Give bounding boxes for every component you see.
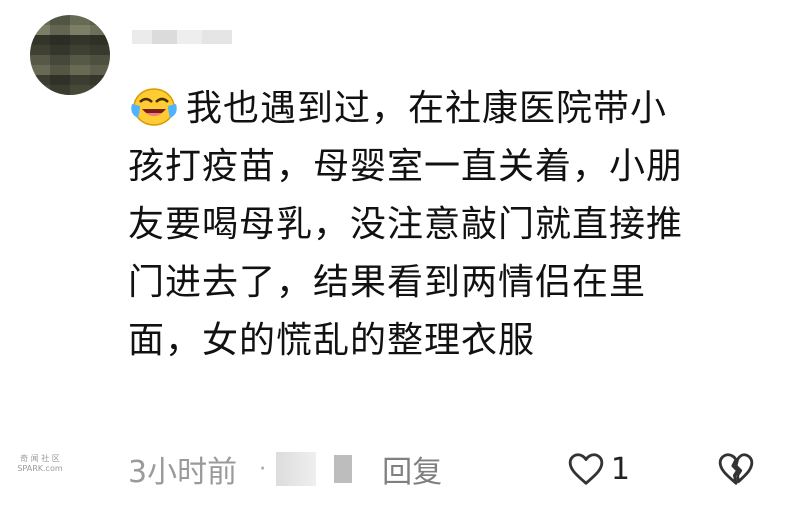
comment-line-5: 面，女的慌乱的整理衣服 [128,320,536,361]
comment-line-1: 我也遇到过，在社康医院带小 [128,80,768,138]
comment-footer: 3小时前 · 回复 1 [128,444,778,494]
comment-line-1-text: 我也遇到过，在社康医院带小 [186,88,668,129]
laughing-crying-emoji-icon [131,88,177,126]
like-button[interactable]: 1 [567,444,630,494]
watermark: 奇 闻 社 区 SPARK.com [4,454,76,474]
comment-line-3: 友要喝母乳，没注意敲门就直接推 [128,204,684,245]
location-blurred [276,452,317,486]
separator-dot: · [259,456,267,482]
comment-text: 我也遇到过，在社康医院带小 孩打疫苗，母婴室一直关着，小朋 友要喝母乳，没注意敲… [128,80,768,370]
avatar[interactable] [30,15,110,95]
location-blurred-2 [334,455,353,483]
username-blurred[interactable] [132,30,232,44]
heart-icon [568,453,604,485]
comment-line-4: 门进去了，结果看到两情侣在里 [128,262,647,303]
avatar-mosaic [30,15,110,95]
like-count: 1 [610,451,630,487]
comment-line-2: 孩打疫苗，母婴室一直关着，小朋 [128,146,684,187]
reply-button[interactable]: 回复 [382,447,442,491]
watermark-line-1: 奇 闻 社 区 [20,454,60,463]
watermark-line-2: SPARK.com [17,464,63,473]
broken-heart-icon[interactable] [716,450,756,488]
timestamp: 3小时前 [128,455,238,490]
